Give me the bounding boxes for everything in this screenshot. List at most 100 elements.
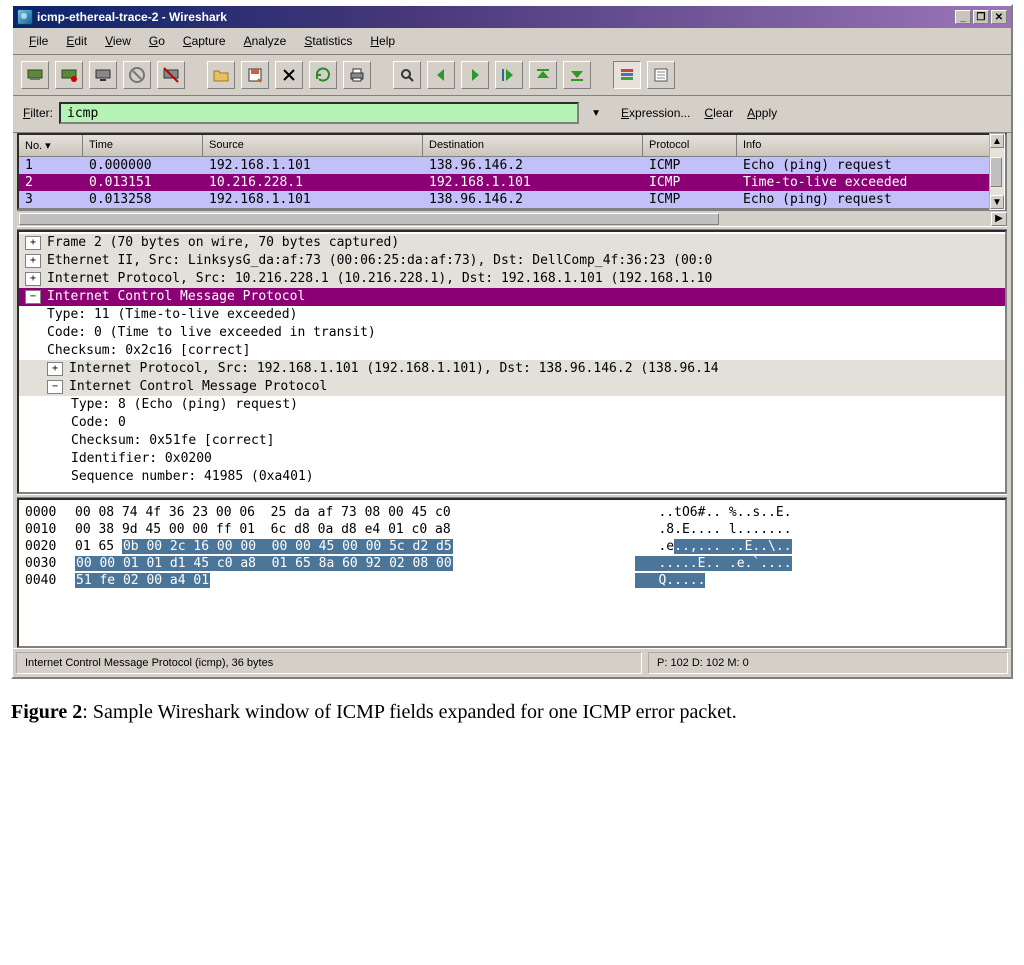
expand-icon[interactable]: + <box>47 362 63 376</box>
restart-capture-button[interactable] <box>157 61 185 89</box>
minimize-button[interactable]: _ <box>955 10 971 24</box>
detail-icmp[interactable]: Internet Control Message Protocol <box>47 288 313 306</box>
open-file-button[interactable] <box>207 61 235 89</box>
status-left: Internet Control Message Protocol (icmp)… <box>16 652 642 674</box>
packet-cell: 0.013151 <box>83 175 203 190</box>
bytes-ascii: .....E.. .e.`.... <box>635 555 999 572</box>
detail-ip[interactable]: Internet Protocol, Src: 10.216.228.1 (10… <box>47 270 720 288</box>
detail-frame[interactable]: Frame 2 (70 bytes on wire, 70 bytes capt… <box>47 234 407 252</box>
close-button[interactable]: ✕ <box>991 10 1007 24</box>
packet-row[interactable]: 10.000000192.168.1.101138.96.146.2ICMPEc… <box>19 157 1005 174</box>
packet-cell: 0.013258 <box>83 192 203 207</box>
print-button[interactable] <box>343 61 371 89</box>
column-no[interactable]: No. ▾ <box>19 135 83 157</box>
packet-cell: 3 <box>19 192 83 207</box>
detail-inner-checksum[interactable]: Checksum: 0x51fe [correct] <box>71 432 283 450</box>
column-destination[interactable]: Destination <box>423 135 643 157</box>
go-to-button[interactable] <box>495 61 523 89</box>
app-icon <box>17 9 33 25</box>
go-back-button[interactable] <box>427 61 455 89</box>
packet-list-vscroll[interactable]: ▲ ▼ <box>989 133 1005 210</box>
scroll-thumb[interactable] <box>990 157 1002 187</box>
start-capture-button[interactable] <box>89 61 117 89</box>
menu-edit[interactable]: Edit <box>58 32 95 50</box>
menu-help[interactable]: Help <box>362 32 403 50</box>
figure-label: Figure 2 <box>11 701 82 723</box>
detail-ethernet[interactable]: Ethernet II, Src: LinksysG_da:af:73 (00:… <box>47 252 720 270</box>
detail-inner-icmp[interactable]: Internet Control Message Protocol <box>69 378 335 396</box>
column-protocol[interactable]: Protocol <box>643 135 737 157</box>
expand-icon[interactable]: + <box>25 272 41 286</box>
expand-icon[interactable]: + <box>25 236 41 250</box>
bytes-row[interactable]: 001000 38 9d 45 00 00 ff 01 6c d8 0a d8 … <box>25 521 999 538</box>
interfaces-button[interactable] <box>21 61 49 89</box>
scroll-down-icon[interactable]: ▼ <box>990 195 1004 209</box>
packet-cell: 192.168.1.101 <box>423 175 643 190</box>
packet-bytes-pane[interactable]: 000000 08 74 4f 36 23 00 06 25 da af 73 … <box>17 498 1007 648</box>
find-button[interactable] <box>393 61 421 89</box>
expand-icon[interactable]: + <box>25 254 41 268</box>
menu-capture[interactable]: Capture <box>175 32 234 50</box>
collapse-icon[interactable]: − <box>47 380 63 394</box>
filter-bar: Filter: ▼ Expression... Clear Apply <box>13 96 1011 133</box>
window-titlebar[interactable]: icmp-ethereal-trace-2 - Wireshark _ ❐ ✕ <box>13 6 1011 28</box>
filter-apply-link[interactable]: Apply <box>747 106 777 120</box>
stop-capture-button[interactable] <box>123 61 151 89</box>
colorize-button[interactable] <box>613 61 641 89</box>
filter-input[interactable] <box>59 102 579 124</box>
menu-go[interactable]: Go <box>141 32 173 50</box>
filter-clear-link[interactable]: Clear <box>704 106 733 120</box>
bytes-hex: 01 65 0b 00 2c 16 00 00 00 00 45 00 00 5… <box>75 538 635 555</box>
bytes-ascii: Q..... <box>635 572 999 589</box>
column-source[interactable]: Source <box>203 135 423 157</box>
menu-file[interactable]: File <box>21 32 56 50</box>
menu-view[interactable]: View <box>97 32 139 50</box>
filter-dropdown-icon[interactable]: ▼ <box>589 106 603 120</box>
bytes-row[interactable]: 004051 fe 02 00 a4 01 Q..... <box>25 572 999 589</box>
menu-statistics[interactable]: Statistics <box>296 32 360 50</box>
bytes-row[interactable]: 000000 08 74 4f 36 23 00 06 25 da af 73 … <box>25 504 999 521</box>
filter-expression-link[interactable]: Expression... <box>621 106 690 120</box>
detail-checksum[interactable]: Checksum: 0x2c16 [correct] <box>47 342 259 360</box>
collapse-icon[interactable]: − <box>25 290 41 304</box>
packet-row[interactable]: 30.013258192.168.1.101138.96.146.2ICMPEc… <box>19 191 1005 208</box>
reload-button[interactable] <box>309 61 337 89</box>
detail-type[interactable]: Type: 11 (Time-to-live exceeded) <box>47 306 305 324</box>
bytes-offset: 0030 <box>25 555 75 572</box>
detail-inner-type[interactable]: Type: 8 (Echo (ping) request) <box>71 396 306 414</box>
restore-button[interactable]: ❐ <box>973 10 989 24</box>
detail-code[interactable]: Code: 0 (Time to live exceeded in transi… <box>47 324 384 342</box>
close-file-button[interactable] <box>275 61 303 89</box>
packet-list-header[interactable]: No. ▾ Time Source Destination Protocol I… <box>19 135 1005 157</box>
packet-list-pane[interactable]: No. ▾ Time Source Destination Protocol I… <box>17 133 1007 210</box>
menu-analyze[interactable]: Analyze <box>236 32 295 50</box>
packet-details-pane[interactable]: + Frame 2 (70 bytes on wire, 70 bytes cap… <box>17 230 1007 494</box>
figure-text: : Sample Wireshark window of ICMP fields… <box>82 701 736 723</box>
packet-row[interactable]: 20.01315110.216.228.1192.168.1.101ICMPTi… <box>19 174 1005 191</box>
autoscroll-button[interactable] <box>647 61 675 89</box>
options-button[interactable] <box>55 61 83 89</box>
bytes-row[interactable]: 002001 65 0b 00 2c 16 00 00 00 00 45 00 … <box>25 538 999 555</box>
menu-bar: File Edit View Go Capture Analyze Statis… <box>13 28 1011 55</box>
scroll-up-icon[interactable]: ▲ <box>990 134 1004 148</box>
hscroll-right-icon[interactable]: ▶ <box>991 212 1007 226</box>
packet-cell: 2 <box>19 175 83 190</box>
wireshark-window: icmp-ethereal-trace-2 - Wireshark _ ❐ ✕ … <box>11 4 1013 679</box>
go-first-button[interactable] <box>529 61 557 89</box>
save-file-button[interactable] <box>241 61 269 89</box>
detail-inner-ip[interactable]: Internet Protocol, Src: 192.168.1.101 (1… <box>69 360 727 378</box>
column-time[interactable]: Time <box>83 135 203 157</box>
packet-cell: 138.96.146.2 <box>423 158 643 173</box>
packet-list-hscroll[interactable]: ▶ <box>17 210 1007 226</box>
go-forward-button[interactable] <box>461 61 489 89</box>
go-last-button[interactable] <box>563 61 591 89</box>
detail-inner-code[interactable]: Code: 0 <box>71 414 134 432</box>
bytes-offset: 0040 <box>25 572 75 589</box>
detail-sequence[interactable]: Sequence number: 41985 (0xa401) <box>71 468 322 486</box>
detail-identifier[interactable]: Identifier: 0x0200 <box>71 450 220 468</box>
packet-cell: ICMP <box>643 158 737 173</box>
column-info[interactable]: Info <box>737 135 1005 157</box>
packet-cell: Time-to-live exceeded <box>737 175 1005 190</box>
bytes-row[interactable]: 003000 00 01 01 d1 45 c0 a8 01 65 8a 60 … <box>25 555 999 572</box>
hscroll-thumb[interactable] <box>19 213 719 225</box>
